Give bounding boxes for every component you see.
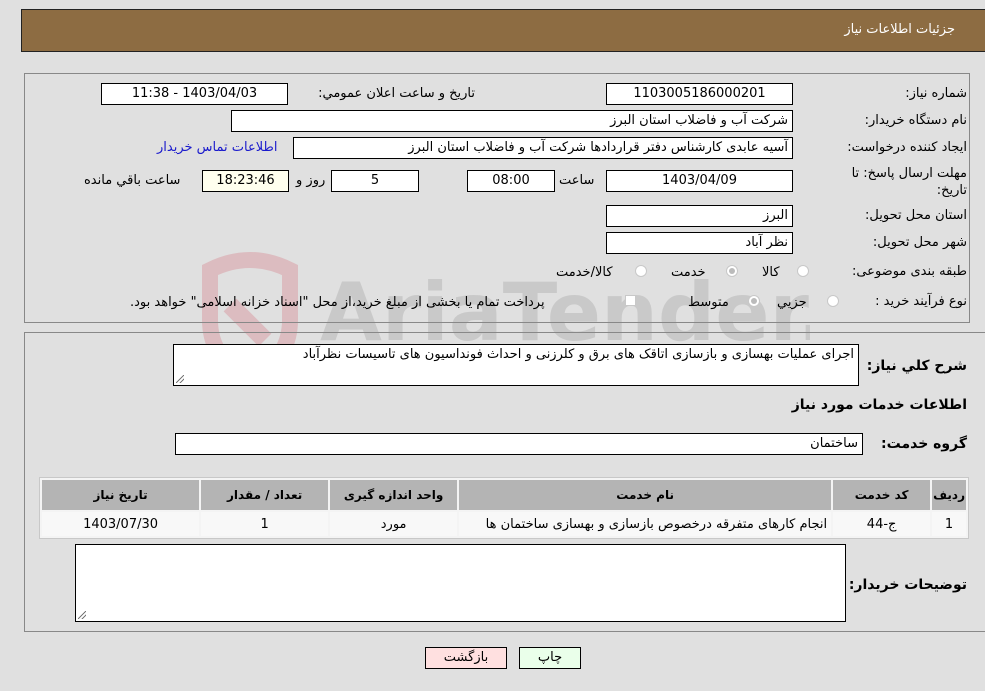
category-radio-goods[interactable] xyxy=(797,265,809,277)
table-row: 1 ج-44 انجام کارهای متفرقه درخصوص بازساز… xyxy=(42,512,966,536)
announce-datetime-field: 1403/04/03 - 11:38 xyxy=(101,83,288,105)
delivery-city-field: نظر آباد xyxy=(606,232,793,254)
column-header-service-name: نام خدمت xyxy=(459,480,832,510)
buyer-org-label: نام دستگاه خریدار: xyxy=(864,113,967,128)
deadline-date-field: 1403/04/09 xyxy=(606,170,793,192)
column-header-unit: واحد اندازه گیری xyxy=(330,480,458,510)
buyer-notes-label: توضیحات خریدار: xyxy=(848,577,967,593)
category-option-service: خدمت xyxy=(671,265,706,280)
description-text: اجرای عملیات بهسازی و بازسازی اتاقک های … xyxy=(302,347,854,362)
need-number-label: شماره نیاز: xyxy=(905,86,967,101)
remaining-days-field: 5 xyxy=(331,170,419,192)
resize-handle-icon[interactable] xyxy=(176,375,184,383)
process-option-minor: جزيي xyxy=(777,295,807,310)
category-option-goods-service: کالا/خدمت xyxy=(556,265,613,280)
category-label: طبقه بندی موضوعی: xyxy=(851,264,967,279)
description-label: شرح كلي نياز: xyxy=(866,358,967,374)
buyer-org-field: شرکت آب و فاضلاب استان البرز xyxy=(231,110,793,132)
cell-row-number: 1 xyxy=(932,512,966,536)
delivery-province-label: استان محل تحویل: xyxy=(865,208,967,223)
category-option-goods: کالا xyxy=(762,265,780,280)
buyer-contact-link[interactable]: اطلاعات تماس خریدار xyxy=(157,140,277,155)
announce-datetime-label: تاريخ و ساعت اعلان عمومي: xyxy=(318,86,475,101)
process-radio-medium[interactable] xyxy=(748,295,760,307)
treasury-note: پرداخت تمام یا بخشی از مبلغ خرید،از محل … xyxy=(130,295,545,310)
cell-quantity: 1 xyxy=(201,512,329,536)
process-radio-minor[interactable] xyxy=(827,295,839,307)
requester-field: آسیه عابدی کارشناس دفتر قراردادها شرکت آ… xyxy=(293,137,793,159)
category-radio-goods-service[interactable] xyxy=(635,265,647,277)
buyer-notes-textarea[interactable] xyxy=(75,544,846,622)
services-section-title: اطلاعات خدمات مورد نیاز xyxy=(791,397,967,413)
column-header-need-date: تاریخ نیاز xyxy=(42,480,200,510)
resize-handle-icon[interactable] xyxy=(78,611,86,619)
page-title: جزئیات اطلاعات نیاز xyxy=(844,22,955,37)
description-textarea[interactable]: اجرای عملیات بهسازی و بازسازی اتاقک های … xyxy=(173,344,859,386)
category-radio-service[interactable] xyxy=(726,265,738,277)
deadline-label: مهلت ارسال پاسخ: تا تاریخ: xyxy=(851,166,967,198)
cell-service-code: ج-44 xyxy=(833,512,931,536)
remaining-time-label: ساعت باقي مانده xyxy=(84,173,181,188)
days-label: روز و xyxy=(296,173,326,188)
page-header: جزئیات اطلاعات نیاز xyxy=(21,9,985,52)
print-button[interactable]: چاپ xyxy=(519,647,581,669)
service-group-field: ساختمان xyxy=(175,433,863,455)
column-header-service-code: کد خدمت xyxy=(833,480,931,510)
cell-unit: مورد xyxy=(330,512,458,536)
cell-need-date: 1403/07/30 xyxy=(42,512,200,536)
delivery-city-label: شهر محل تحویل: xyxy=(872,235,967,250)
requester-label: ایجاد کننده درخواست: xyxy=(847,140,967,155)
column-header-row-number: ردیف xyxy=(932,480,966,510)
deadline-time-field: 08:00 xyxy=(467,170,555,192)
process-type-label: نوع فرآیند خرید : xyxy=(875,294,967,309)
services-table: ردیف کد خدمت نام خدمت واحد اندازه گیری ت… xyxy=(39,477,969,539)
back-button[interactable]: بازگشت xyxy=(425,647,507,669)
column-header-quantity: تعداد / مقدار xyxy=(201,480,329,510)
need-number-field: 1103005186000201 xyxy=(606,83,793,105)
delivery-province-field: البرز xyxy=(606,205,793,227)
process-option-medium: متوسط xyxy=(688,295,729,310)
service-group-label: گروه خدمت: xyxy=(881,436,967,452)
treasury-checkbox[interactable] xyxy=(625,295,636,306)
table-header-row: ردیف کد خدمت نام خدمت واحد اندازه گیری ت… xyxy=(42,480,966,510)
cell-service-name: انجام کارهای متفرقه درخصوص بازسازی و بهس… xyxy=(459,512,832,536)
remaining-time-field: 18:23:46 xyxy=(202,170,289,192)
deadline-time-label: ساعت xyxy=(559,173,595,188)
